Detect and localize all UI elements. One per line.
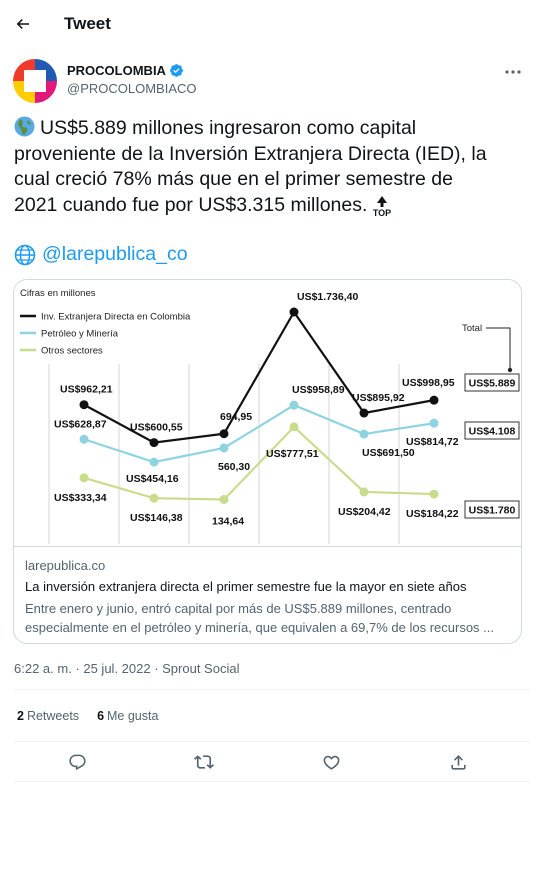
share-button[interactable] [445,749,471,775]
mention-text: @larepublica_co [42,243,188,265]
top-badge-text: TOP [373,208,391,217]
data-label: US$628,87 [54,418,107,430]
chart: Cifras en millones Inv. Extranjera Direct… [20,288,520,544]
reply-button[interactable] [64,749,90,775]
legend-label-1: Petróleo y Minería [41,329,119,340]
author-handle[interactable]: @PROCOLOMBIACO [67,81,197,96]
data-label: 694,95 [220,411,252,423]
tweet-text-line-3: cual creció 78% más que en el primer sem… [14,168,453,190]
card-title: La inversión extranjera directa el prime… [25,579,467,594]
total-label: Total [462,323,482,334]
total-value-2: US$1.780 [469,505,516,517]
data-label: US$962,21 [60,384,113,396]
globe-icon [14,244,36,265]
likes-stat[interactable]: 6 Me gusta [97,709,158,723]
legend-label-2: Otros sectores [41,346,103,357]
tweet-text-line-1: US$5.889 millones ingresaron como capita… [40,117,417,139]
mention-link[interactable]: @larepublica_co [14,243,188,266]
data-point [219,494,229,504]
total-connector-dot [507,367,513,373]
data-label: 560,30 [218,461,250,473]
like-icon [323,755,339,770]
data-point [289,307,299,317]
data-label: 134,64 [212,515,244,527]
top-bar: Tweet [0,0,544,50]
data-label: US$1.736,40 [297,291,358,303]
data-point [79,400,89,410]
chart-subtitle: Cifras en millones [20,288,96,299]
data-point [359,487,369,497]
total-connector [486,327,511,368]
author-name-text: PROCOLOMBIA [67,63,166,78]
data-label: US$691,50 [362,447,415,459]
retweet-button[interactable] [191,749,217,775]
more-icon [505,70,521,74]
likes-count: 6 [97,709,105,723]
card-domain: larepublica.co [25,558,106,573]
data-label: US$958,89 [292,384,345,396]
data-point [429,489,439,499]
tweet-stats: 2 Retweets 6 Me gusta [17,709,158,723]
total-value-0: US$5.889 [469,378,516,390]
globe-africa-icon [14,116,35,137]
data-point [429,418,439,428]
data-label: US$895,92 [352,392,405,404]
data-point [149,457,159,467]
back-arrow-icon [16,18,29,30]
retweets-count: 2 [17,709,24,723]
total-value-1: US$4.108 [469,426,516,438]
data-label: US$600,55 [130,422,183,434]
divider [14,741,530,742]
data-point [359,408,369,418]
tweet-text-line-2: proveniente de la Inversión Extranjera D… [14,142,487,165]
data-label: US$184,22 [406,508,459,520]
back-button[interactable] [6,7,40,41]
retweet-icon [194,755,214,769]
top-arrow-icon: TOP [373,195,392,217]
verified-badge-icon [170,64,183,77]
data-point [79,473,89,483]
data-point [149,493,159,503]
data-point [219,429,229,439]
data-point [149,438,159,448]
tweet-text-line-4: 2021 cuando fue por US$3.315 millones. [14,193,368,216]
data-label: US$777,51 [266,448,319,460]
card-image-chart: Cifras en millones Inv. Extranjera Direct… [14,280,521,547]
divider [14,689,530,690]
action-bar [0,745,544,777]
data-point [219,443,229,453]
share-icon [450,754,466,770]
data-point [429,395,439,405]
procolombia-logo-icon [13,59,57,103]
legend-label-0: Inv. Extranjera Directa en Colombia [41,312,191,323]
like-button[interactable] [318,749,344,775]
page-title: Tweet [64,14,111,33]
divider [14,781,530,782]
data-point [79,434,89,444]
avatar[interactable] [13,59,57,103]
retweets-label: Retweets [26,709,80,723]
data-label: US$333,34 [54,492,107,504]
tweet-text: US$5.889 millones ingresaron como capita… [14,116,530,218]
tweet-timestamp[interactable]: 6:22 a. m. · 25 jul. 2022 · Sprout Socia… [14,661,239,676]
likes-label: Me gusta [107,709,159,723]
reply-icon [68,754,86,770]
data-point [289,400,299,410]
retweets-stat[interactable]: 2 Retweets [17,709,79,723]
data-label: US$454,16 [126,473,179,485]
link-card[interactable]: Cifras en millones Inv. Extranjera Direct… [13,279,522,644]
more-button[interactable] [498,60,528,84]
card-description: Entre enero y junio, entró capital por m… [25,601,494,635]
data-label: US$814,72 [406,436,459,448]
data-point [359,429,369,439]
author-name[interactable]: PROCOLOMBIA [67,63,184,78]
data-point [289,422,299,432]
data-label: US$204,42 [338,506,391,518]
data-label: US$998,95 [402,377,455,389]
data-label: US$146,38 [130,512,183,524]
